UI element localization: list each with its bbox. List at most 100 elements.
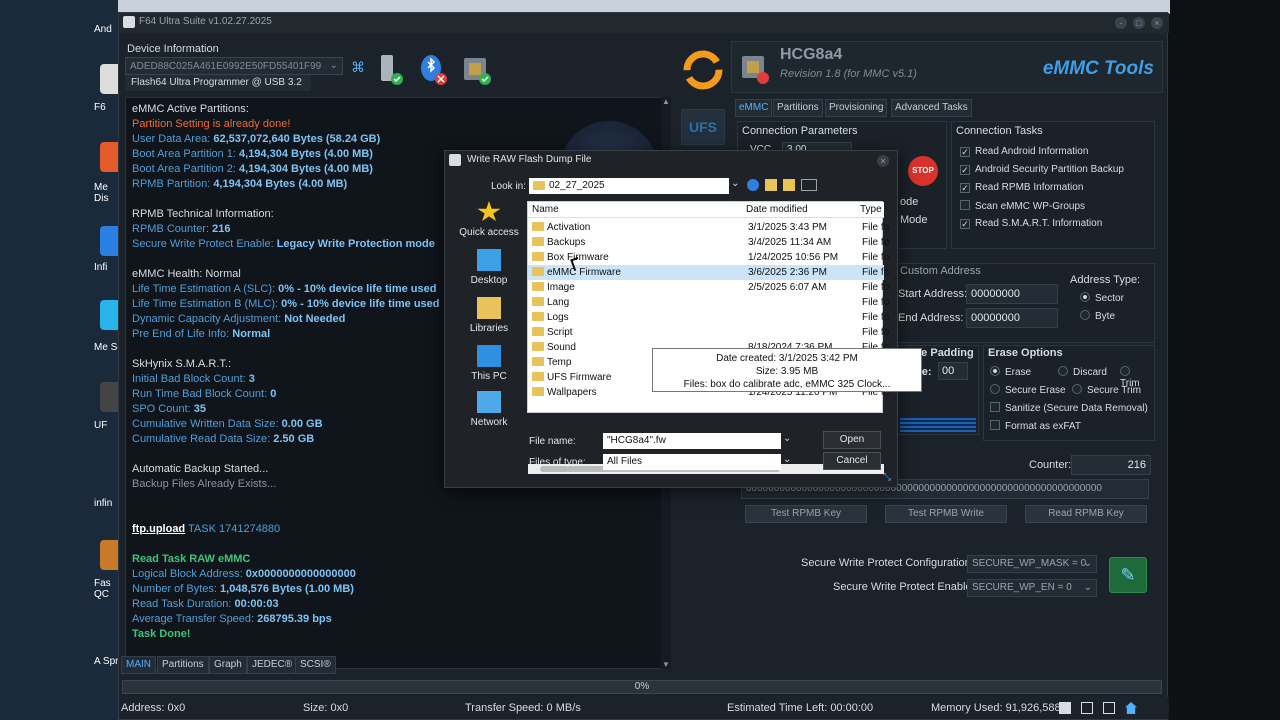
byte-pad-select[interactable]: 00	[938, 362, 968, 380]
home-icon[interactable]	[1125, 702, 1137, 714]
byte-radio[interactable]: Byte	[1080, 310, 1115, 322]
custom-address-group: Custom Address Start Address: 00000000 E…	[895, 263, 1155, 343]
close-button[interactable]: ×	[1151, 17, 1163, 29]
view-menu-icon[interactable]	[801, 179, 817, 191]
look-in-combo[interactable]: 02_27_2025	[529, 178, 729, 194]
file-type-select[interactable]: All Files	[603, 454, 781, 470]
test-rpmb-key-button[interactable]: Test RPMB Key	[745, 505, 867, 523]
tab-main[interactable]: MAIN	[121, 656, 156, 674]
task-checkbox[interactable]: ✓ Read S.M.A.R.T. Information	[960, 218, 1102, 229]
file-row[interactable]: Logs File fo	[528, 310, 889, 325]
secure-trim-radio[interactable]: Secure Trim	[1072, 384, 1141, 396]
place-quick-access[interactable]: Quick access	[459, 201, 519, 238]
discard-radio[interactable]: Discard	[1058, 366, 1107, 378]
scroll-down-icon[interactable]: ▼	[662, 660, 670, 669]
dialog-close-button[interactable]: ×	[877, 155, 889, 167]
file-date-cell: 3/1/2025 3:43 PM	[748, 222, 827, 233]
resize-grip-icon[interactable]: ⤡	[883, 472, 891, 483]
ufs-icon[interactable]: UFS	[681, 109, 725, 145]
place-this-pc[interactable]: This PC	[459, 345, 519, 382]
start-address-input[interactable]: 00000000	[966, 284, 1058, 304]
scroll-up-icon[interactable]: ▲	[662, 97, 670, 106]
file-row[interactable]: Lang File fo	[528, 295, 889, 310]
place-libraries[interactable]: Libraries	[459, 297, 519, 334]
radio-off-icon	[990, 384, 1000, 394]
task-checkbox[interactable]: ✓ Read Android Information	[960, 146, 1088, 157]
chip-disconnected-icon	[738, 52, 772, 86]
usb-toggle-icon[interactable]: ⌘	[351, 59, 367, 75]
tab-right-partitions[interactable]: Partitions	[773, 99, 823, 117]
read-rpmb-key-button[interactable]: Read RPMB Key	[1025, 505, 1147, 523]
log-text: Not Needed	[284, 313, 346, 325]
secure-erase-radio[interactable]: Secure Erase	[990, 384, 1066, 396]
file-type-cell: File fo	[862, 282, 890, 293]
status-speed: Transfer Speed: 0 MB/s	[465, 702, 581, 714]
file-row[interactable]: Backups 3/4/2025 11:34 AM File fo	[528, 235, 889, 250]
task-checkbox[interactable]: ✓ Read RPMB Information	[960, 182, 1083, 193]
end-address-input[interactable]: 00000000	[966, 308, 1058, 328]
cancel-button[interactable]: Cancel	[823, 452, 881, 470]
chevron-down-icon[interactable]: ⌄	[783, 454, 791, 465]
open-button[interactable]: Open	[823, 431, 881, 449]
col-type[interactable]: Type	[860, 204, 882, 215]
file-type-cell: File fo	[862, 327, 890, 338]
up-folder-icon[interactable]	[765, 179, 777, 191]
tab-scsi[interactable]: SCSI®	[295, 656, 336, 674]
back-icon[interactable]	[747, 179, 759, 191]
chevron-down-icon[interactable]: ⌄	[731, 178, 743, 194]
tab-emmc[interactable]: eMMC	[735, 99, 773, 117]
file-type-label: Files of type:	[529, 457, 586, 468]
wp-config-select[interactable]: SECURE_WP_MASK = 0 ⌄	[967, 555, 1097, 573]
look-in-value: 02_27_2025	[549, 180, 605, 191]
tab-jedec[interactable]: JEDEC®	[247, 656, 298, 674]
log-text: 00:00:03	[234, 598, 279, 610]
sanitize-checkbox[interactable]: Sanitize (Secure Data Removal)	[990, 402, 1148, 414]
new-folder-icon[interactable]	[783, 179, 795, 191]
task-checkbox[interactable]: ✓ Android Security Partition Backup	[960, 164, 1124, 175]
tab-partitions[interactable]: Partitions	[157, 656, 209, 674]
chevron-down-icon[interactable]: ⌄	[783, 433, 791, 444]
maximize-button[interactable]: □	[1133, 17, 1145, 29]
edit-wp-button[interactable]: ✎	[1109, 557, 1147, 593]
task-checkbox[interactable]: Scan eMMC WP-Groups	[960, 200, 1085, 212]
screenshot-icon[interactable]	[1059, 702, 1071, 714]
file-row[interactable]: Image 2/5/2025 6:07 AM File fo	[528, 280, 889, 295]
minimize-button[interactable]: -	[1115, 17, 1127, 29]
stop-button[interactable]: STOP	[908, 156, 938, 186]
log-text: 0	[270, 388, 277, 400]
place-desktop[interactable]: Desktop	[459, 249, 519, 286]
log-text[interactable]: ftp.upload	[132, 523, 185, 535]
log-text: 3	[248, 373, 255, 385]
col-name[interactable]: Name	[532, 204, 559, 215]
bluetooth-icon[interactable]	[419, 53, 449, 87]
exfat-checkbox[interactable]: Format as exFAT	[990, 420, 1081, 432]
file-row[interactable]: Activation 3/1/2025 3:43 PM File fo	[528, 220, 889, 235]
app-logo-icon	[123, 16, 135, 28]
log-text: eMMC Active Partitions:	[132, 103, 249, 115]
test-rpmb-write-button[interactable]: Test RPMB Write	[885, 505, 1007, 523]
erase-radio[interactable]: Erase	[990, 366, 1031, 378]
log-text: RPMB Technical Information:	[132, 208, 274, 220]
file-row[interactable]: Script File fo	[528, 325, 889, 340]
sector-label: Sector	[1095, 293, 1124, 304]
wp-enable-select[interactable]: SECURE_WP_EN = 0 ⌄	[967, 579, 1097, 597]
usb-stick-icon[interactable]	[375, 53, 405, 87]
chip-connected-icon[interactable]	[459, 53, 493, 87]
refresh-icon[interactable]	[679, 47, 727, 93]
file-name-input[interactable]: "HCG8a4".fw	[603, 433, 781, 449]
file-type-cell: File fo	[862, 297, 890, 308]
sector-radio[interactable]: Sector	[1080, 292, 1124, 304]
mode-label-2: Mode	[900, 214, 928, 226]
tab-advanced[interactable]: Advanced Tasks	[891, 99, 972, 117]
col-date[interactable]: Date modified	[746, 204, 808, 215]
erase-label: Erase	[1005, 367, 1032, 378]
window-icon[interactable]	[1081, 702, 1093, 714]
device-combo[interactable]: ADED88C025A461E0992E50FD55401F99 ⌄	[125, 57, 343, 75]
camera-icon[interactable]	[1103, 702, 1115, 714]
file-row[interactable]: Box Firmware 1/24/2025 10:56 PM File fo	[528, 250, 889, 265]
task-label: Read S.M.A.R.T. Information	[975, 218, 1103, 229]
tab-graph[interactable]: Graph	[209, 656, 247, 674]
place-network[interactable]: Network	[459, 391, 519, 428]
file-name-text: Wallpapers	[547, 387, 597, 398]
tab-provisioning[interactable]: Provisioning	[825, 99, 888, 117]
